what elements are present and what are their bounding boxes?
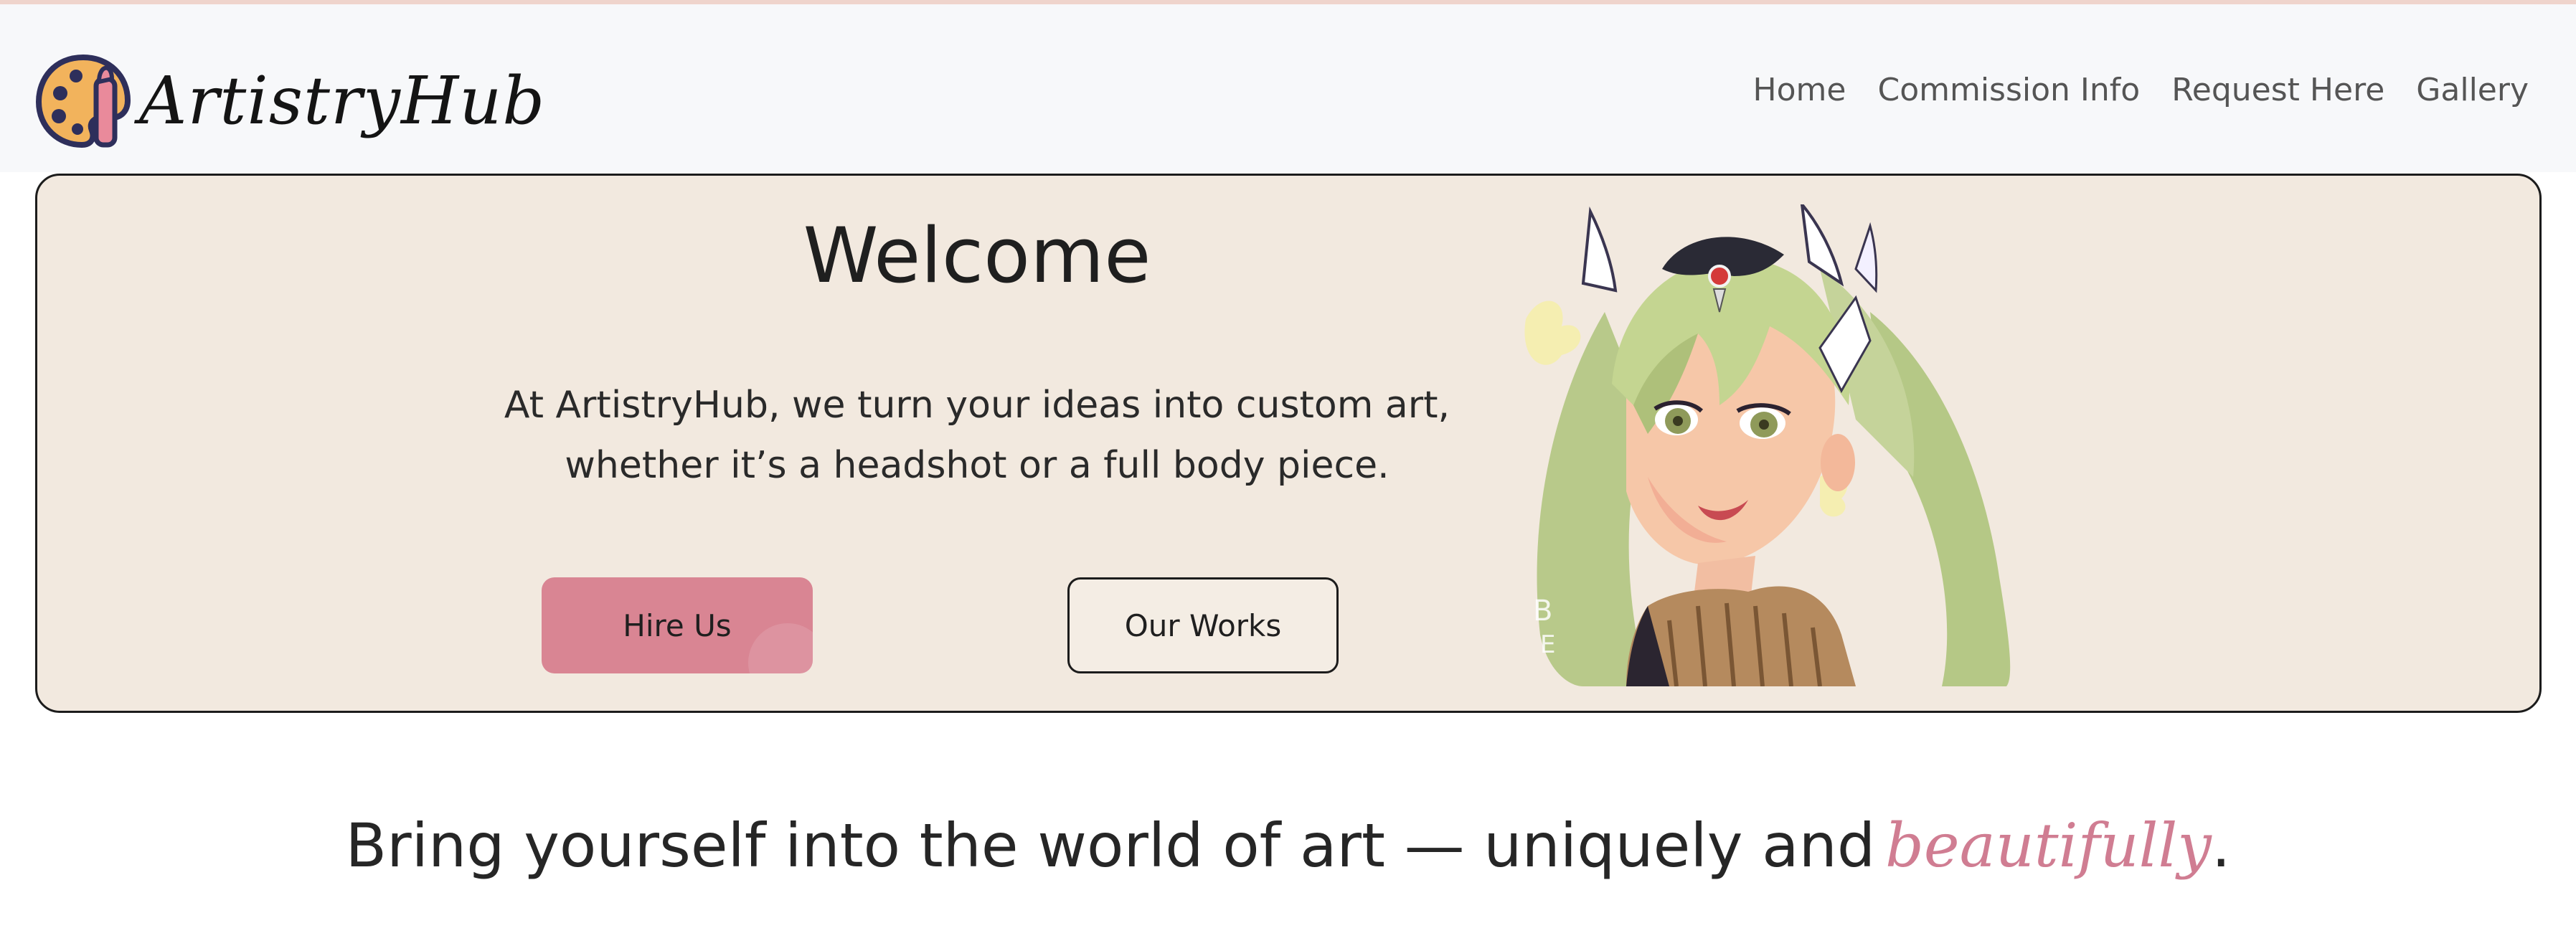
hero-card: Welcome At ArtistryHub, we turn your ide…: [35, 174, 2542, 713]
tagline-end: .: [2211, 810, 2231, 881]
hero-description-line-1: At ArtistryHub, we turn your ideas into …: [504, 384, 1450, 427]
nav-commission-info-link[interactable]: Commission Info: [1877, 72, 2140, 108]
tagline-main: Bring yourself into the world of art — u…: [345, 810, 1876, 881]
svg-text:B: B: [1533, 595, 1552, 628]
nav-home-link[interactable]: Home: [1753, 72, 1846, 108]
main-nav: Home Commission Info Request Here Galler…: [1753, 72, 2529, 108]
svg-text:E: E: [1540, 630, 1555, 659]
nav-gallery-link[interactable]: Gallery: [2416, 72, 2529, 108]
hire-us-button[interactable]: Hire Us: [542, 577, 813, 673]
tagline-accent: beautifully: [1885, 810, 2212, 881]
palette-brush-icon: [35, 54, 131, 148]
brand[interactable]: ArtistryHub: [33, 50, 545, 151]
tagline: Bring yourself into the world of art — u…: [0, 810, 2576, 881]
hero-description-line-2: whether it’s a headshot or a full body p…: [565, 444, 1390, 487]
nav-request-here-link[interactable]: Request Here: [2171, 72, 2384, 108]
brand-name: ArtistryHub: [139, 62, 546, 139]
anime-girl-illustration: B E: [1524, 204, 2011, 686]
our-works-button[interactable]: Our Works: [1067, 577, 1339, 673]
navbar: ArtistryHub Home Commission Info Request…: [0, 4, 2576, 172]
hero-description: At ArtistryHub, we turn your ideas into …: [461, 375, 1494, 496]
